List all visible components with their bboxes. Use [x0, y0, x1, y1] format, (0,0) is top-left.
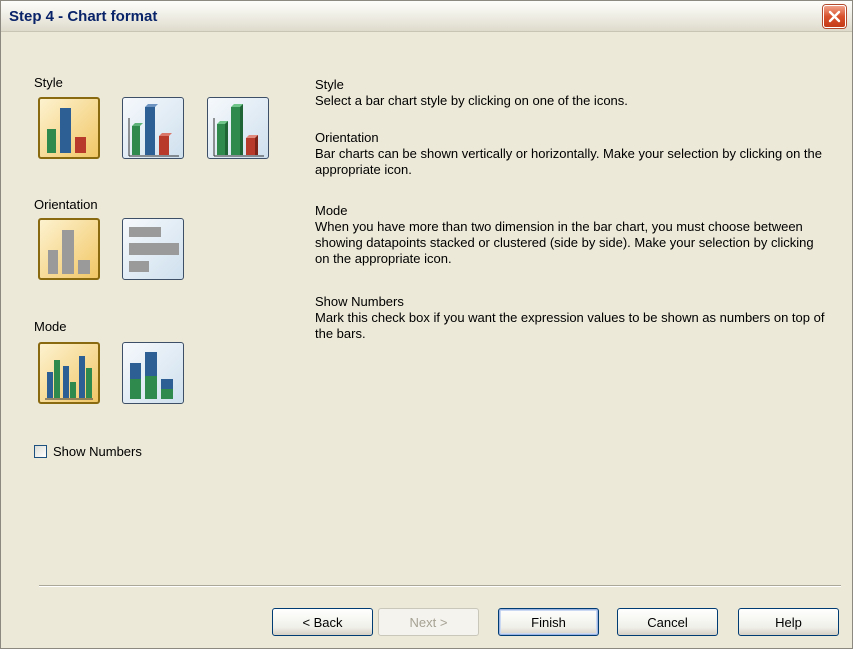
mode-help-text: When you have more than two dimension in…: [315, 219, 814, 266]
close-icon: [828, 10, 841, 23]
style-label: Style: [34, 75, 63, 90]
show-numbers-row[interactable]: Show Numbers: [34, 444, 142, 459]
help-button[interactable]: Help: [738, 608, 839, 636]
show-numbers-label: Show Numbers: [53, 444, 142, 459]
mode-help: Mode When you have more than two dimensi…: [315, 203, 825, 267]
finish-button[interactable]: Finish: [498, 608, 599, 636]
numbers-help-text: Mark this check box if you want the expr…: [315, 310, 825, 341]
orientation-help-text: Bar charts can be shown vertically or ho…: [315, 146, 822, 177]
style-help-title: Style: [315, 77, 344, 92]
chart-format-dialog: Step 4 - Chart format Style Orientation …: [0, 0, 853, 649]
title-bar: Step 4 - Chart format: [1, 1, 852, 32]
orientation-horizontal-button[interactable]: [122, 218, 184, 280]
close-button[interactable]: [823, 5, 846, 28]
orientation-vertical-button[interactable]: [38, 218, 100, 280]
style-flat-button[interactable]: [38, 97, 100, 159]
back-button[interactable]: < Back: [272, 608, 373, 636]
style-help: Style Select a bar chart style by clicki…: [315, 77, 825, 109]
footer-separator: [39, 585, 841, 587]
mode-label: Mode: [34, 319, 67, 334]
orientation-help-title: Orientation: [315, 130, 379, 145]
numbers-help: Show Numbers Mark this check box if you …: [315, 294, 825, 342]
dialog-title: Step 4 - Chart format: [9, 8, 158, 25]
orientation-label: Orientation: [34, 197, 98, 212]
mode-stacked-button[interactable]: [122, 342, 184, 404]
numbers-help-title: Show Numbers: [315, 294, 404, 309]
style-3d-shaded-button[interactable]: [207, 97, 269, 159]
orientation-help: Orientation Bar charts can be shown vert…: [315, 130, 825, 178]
mode-clustered-button[interactable]: [38, 342, 100, 404]
next-button[interactable]: Next >: [378, 608, 479, 636]
mode-help-title: Mode: [315, 203, 348, 218]
style-help-text: Select a bar chart style by clicking on …: [315, 93, 628, 108]
style-3d-button[interactable]: [122, 97, 184, 159]
show-numbers-checkbox[interactable]: [34, 445, 47, 458]
cancel-button[interactable]: Cancel: [617, 608, 718, 636]
